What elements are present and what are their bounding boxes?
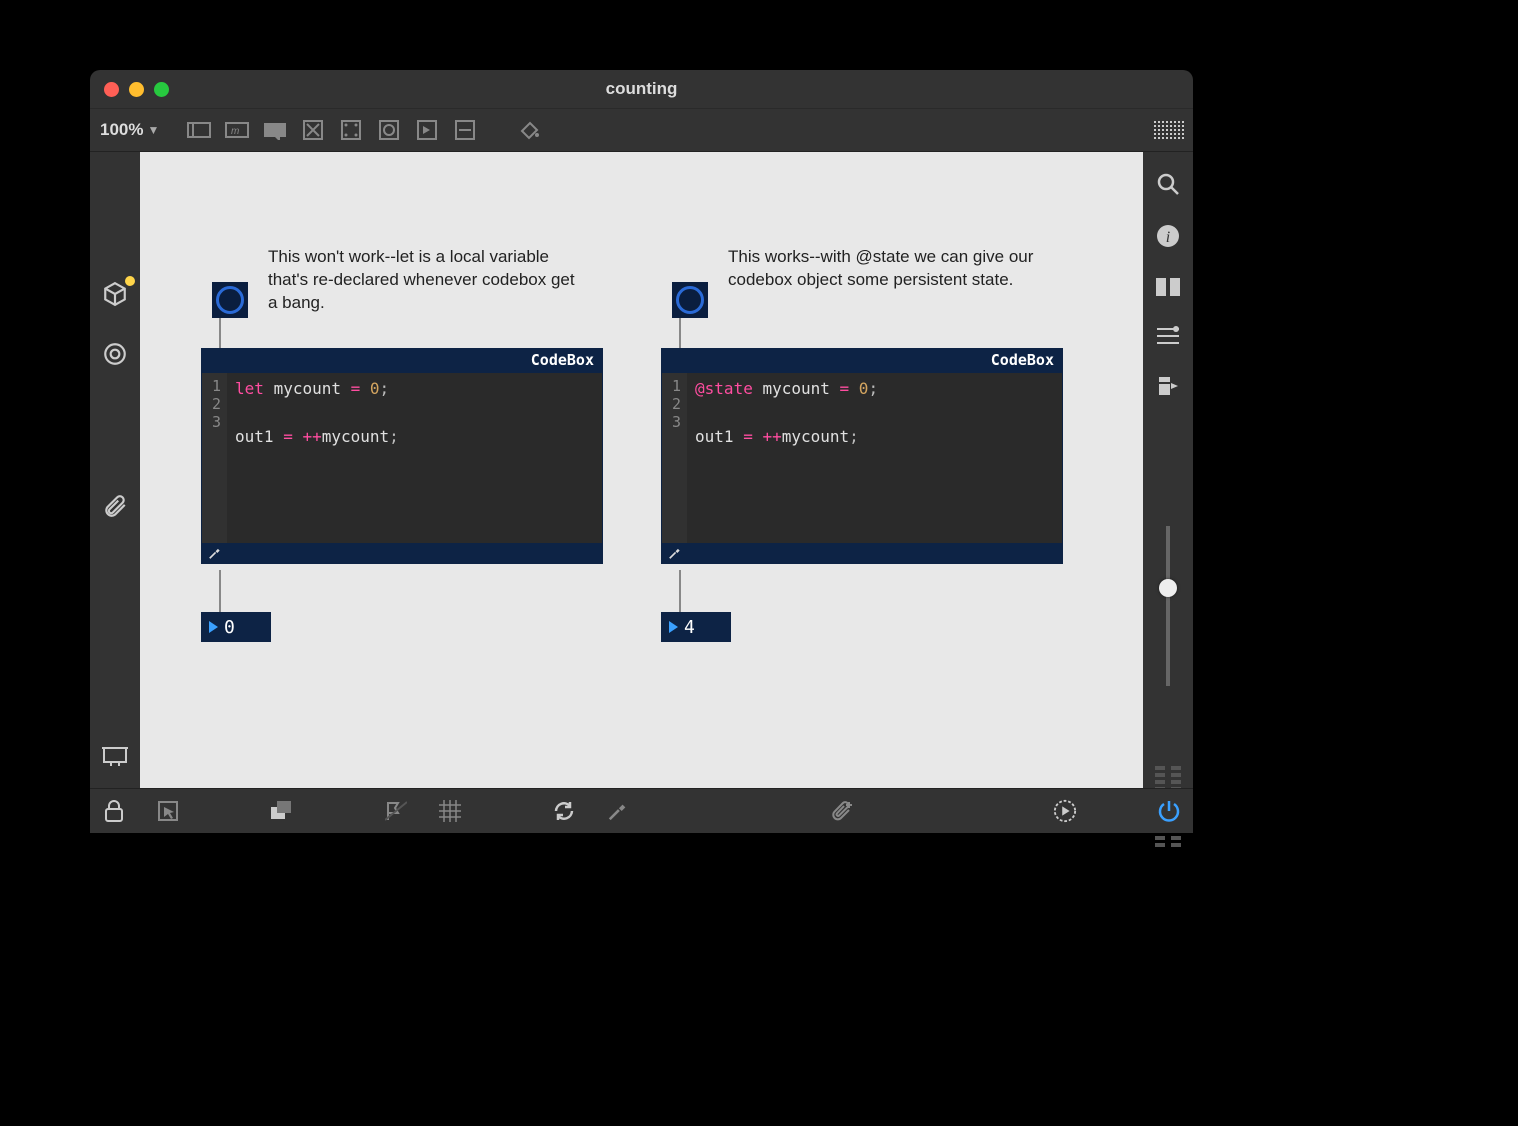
number-value: 4 xyxy=(684,617,695,638)
notification-badge xyxy=(125,276,135,286)
presentation-icon[interactable] xyxy=(101,742,129,770)
top-toolbar: 100% ▼ m xyxy=(90,109,1193,152)
info-icon[interactable]: i xyxy=(1155,224,1181,248)
lock-icon[interactable] xyxy=(102,799,126,823)
line-number-gutter: 1 2 3 xyxy=(662,373,687,543)
hammer-icon[interactable] xyxy=(668,546,682,560)
close-button[interactable] xyxy=(104,82,119,97)
line-number-gutter: 1 2 3 xyxy=(202,373,227,543)
minimize-button[interactable] xyxy=(129,82,144,97)
object-box-icon[interactable] xyxy=(185,118,213,142)
object-palette: m xyxy=(185,118,543,142)
svg-text:m: m xyxy=(231,126,239,137)
list-icon[interactable] xyxy=(1155,326,1181,346)
left-sidebar xyxy=(90,152,140,788)
codebox-title: CodeBox xyxy=(662,349,1062,373)
volume-slider[interactable] xyxy=(1166,466,1170,686)
code-area[interactable]: let mycount = 0; out1 = ++mycount; xyxy=(227,373,602,543)
patcher-canvas[interactable]: This won't work--let is a local variable… xyxy=(140,152,1143,788)
svg-text:i: i xyxy=(1166,229,1170,246)
paint-bucket-icon[interactable] xyxy=(515,118,543,142)
refresh-icon[interactable] xyxy=(552,799,576,823)
export-icon[interactable] xyxy=(1155,374,1181,398)
window-title: counting xyxy=(90,79,1193,99)
package-icon[interactable] xyxy=(101,280,129,308)
split-view-icon[interactable] xyxy=(1155,276,1181,298)
bang-circle-icon xyxy=(216,286,244,314)
panel-icon[interactable] xyxy=(451,118,479,142)
patch-cable xyxy=(679,318,681,348)
play-icon[interactable] xyxy=(1053,799,1077,823)
cursor-icon[interactable] xyxy=(156,799,180,823)
slider-icon[interactable] xyxy=(413,118,441,142)
flag-icon[interactable] xyxy=(384,799,408,823)
zoom-dropdown[interactable]: 100% ▼ xyxy=(100,120,159,140)
zoom-value: 100% xyxy=(100,120,143,140)
attach-plus-icon[interactable] xyxy=(830,799,854,823)
search-icon[interactable] xyxy=(1155,172,1181,196)
comment-box-icon[interactable] xyxy=(261,118,289,142)
codebox-object[interactable]: CodeBox 1 2 3 @state mycount = 0; out1 =… xyxy=(661,348,1063,564)
patch-cable xyxy=(219,570,221,612)
layers-icon[interactable] xyxy=(270,799,294,823)
comment-text: This won't work--let is a local variable… xyxy=(268,246,578,315)
paperclip-icon[interactable] xyxy=(101,492,129,520)
titlebar: counting xyxy=(90,70,1193,109)
toggle-icon[interactable] xyxy=(299,118,327,142)
grid-snap-icon[interactable] xyxy=(438,799,462,823)
number-box-icon[interactable] xyxy=(337,118,365,142)
app-window: counting 100% ▼ m xyxy=(90,70,1193,833)
hammer-icon[interactable] xyxy=(208,546,222,560)
power-icon[interactable] xyxy=(1157,799,1181,823)
slider-thumb[interactable] xyxy=(1159,579,1177,597)
comment-text: This works--with @state we can give our … xyxy=(728,246,1038,292)
number-value: 0 xyxy=(224,617,235,638)
codebox-title: CodeBox xyxy=(202,349,602,373)
target-icon[interactable] xyxy=(101,340,129,368)
caret-down-icon: ▼ xyxy=(147,123,159,137)
triangle-icon xyxy=(209,621,218,633)
traffic-lights xyxy=(104,82,169,97)
maximize-button[interactable] xyxy=(154,82,169,97)
patch-cable xyxy=(679,570,681,612)
right-sidebar: i xyxy=(1143,152,1193,788)
patch-cable xyxy=(219,318,221,348)
grid-icon[interactable] xyxy=(1155,118,1183,142)
triangle-icon xyxy=(669,621,678,633)
bang-circle-icon xyxy=(676,286,704,314)
bang-icon[interactable] xyxy=(375,118,403,142)
number-box[interactable]: 4 xyxy=(661,612,731,642)
code-area[interactable]: @state mycount = 0; out1 = ++mycount; xyxy=(687,373,1062,543)
bottom-toolbar xyxy=(90,788,1193,833)
build-hammer-icon[interactable] xyxy=(606,799,630,823)
bang-button[interactable] xyxy=(212,282,248,318)
number-box[interactable]: 0 xyxy=(201,612,271,642)
bang-button[interactable] xyxy=(672,282,708,318)
codebox-object[interactable]: CodeBox 1 2 3 let mycount = 0; out1 = ++… xyxy=(201,348,603,564)
message-box-icon[interactable]: m xyxy=(223,118,251,142)
